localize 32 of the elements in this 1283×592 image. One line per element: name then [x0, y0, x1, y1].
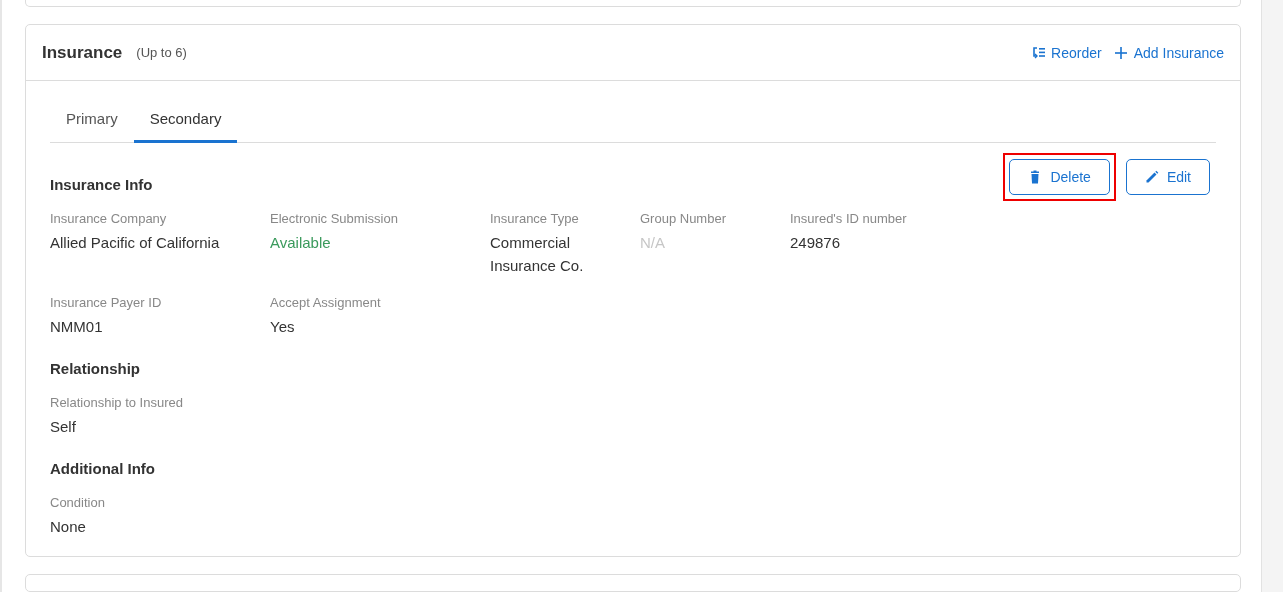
field-label: Insurance Payer ID	[50, 295, 162, 311]
field-value: Yes	[270, 317, 295, 338]
delete-button[interactable]: Delete	[1009, 159, 1110, 196]
tab[interactable]: Primary	[50, 100, 134, 144]
section-title: Relationship	[50, 360, 140, 378]
field-value: N/A	[640, 233, 665, 254]
field-label: Accept Assignment	[270, 295, 381, 311]
field-label: Electronic Submission	[270, 211, 398, 227]
section-title: Insurance Info	[50, 176, 153, 194]
field-label: Condition	[50, 495, 105, 511]
field-label: Insurance Company	[50, 211, 167, 227]
field-value: Commercial Insurance Co.	[490, 233, 585, 277]
field-value: Self	[50, 417, 76, 438]
card-title: Insurance	[42, 42, 123, 63]
field-value: NMM01	[50, 317, 103, 338]
field-label: Insurance Type	[490, 211, 579, 227]
field-value: 249876	[790, 233, 841, 254]
field-label: Relationship to Insured	[50, 395, 183, 411]
section-title: Additional Info	[50, 460, 155, 478]
pencil-icon	[1144, 170, 1159, 185]
add-link[interactable]: Add Insurance	[1113, 44, 1224, 61]
field-value: Available	[270, 233, 331, 254]
reorder-link[interactable]: Reorder	[1031, 44, 1102, 61]
reorder-icon	[1031, 45, 1046, 60]
field-value: None	[50, 517, 86, 538]
edit-button[interactable]: Edit	[1125, 159, 1210, 196]
plus-icon	[1113, 45, 1128, 60]
field-value: Allied Pacific of California	[50, 233, 220, 254]
card-note: (Up to 6)	[136, 45, 187, 61]
field-label: Insured's ID number	[790, 211, 907, 227]
field-label: Group Number	[640, 211, 726, 227]
tab[interactable]: Secondary	[133, 100, 238, 144]
